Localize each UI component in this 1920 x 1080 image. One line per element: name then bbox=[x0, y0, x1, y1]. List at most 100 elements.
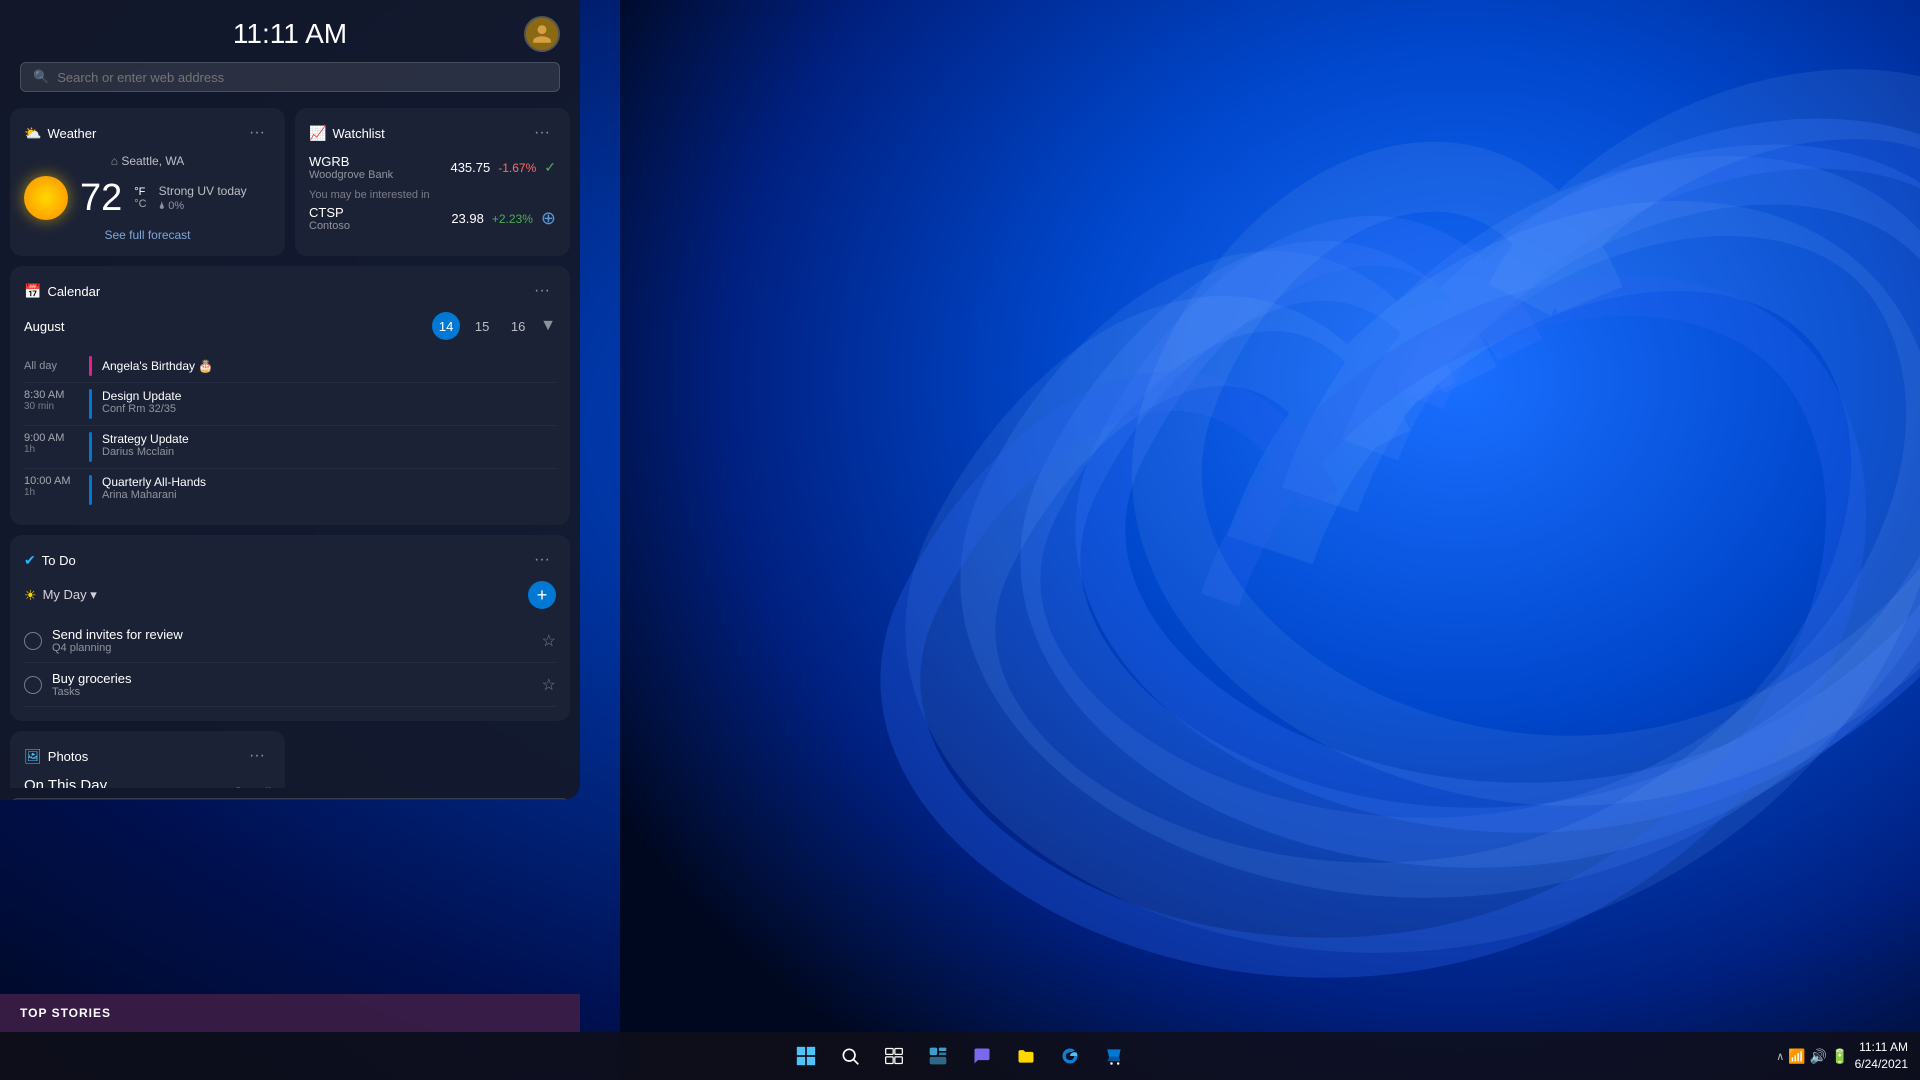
event-bar-strategy bbox=[89, 432, 92, 462]
taskbar-windows-button[interactable] bbox=[788, 1038, 824, 1074]
taskbar-search-button[interactable] bbox=[832, 1038, 868, 1074]
add-stock-button[interactable]: ⊕ bbox=[541, 208, 556, 229]
weather-main: 72 °F °C Strong UV today 🌢 0% bbox=[24, 176, 271, 220]
watchlist-widget-header: 📈 Watchlist ··· bbox=[309, 122, 556, 144]
stock-symbol-wgrb: WGRB bbox=[309, 154, 393, 169]
sun-icon bbox=[24, 176, 68, 220]
todo-star-groceries[interactable]: ☆ bbox=[542, 675, 556, 695]
calendar-event-allday[interactable]: All day Angela's Birthday 🎂 bbox=[24, 350, 556, 383]
event-sub-design-update: Conf Rm 32/35 bbox=[102, 403, 181, 415]
battery-icon[interactable]: 🔋 bbox=[1831, 1048, 1848, 1065]
calendar-day-14[interactable]: 14 bbox=[432, 312, 460, 340]
calendar-widget-title: Calendar bbox=[47, 284, 100, 299]
event-title-design-update: Design Update bbox=[102, 389, 181, 403]
widget-panel-header: 11:11 AM bbox=[0, 0, 580, 62]
todo-myday-label[interactable]: My Day ▾ bbox=[43, 587, 97, 603]
weather-unit-toggle[interactable]: °F °C bbox=[134, 186, 146, 210]
calendar-day-15[interactable]: 15 bbox=[468, 312, 496, 340]
stock-company-ctsp: Contoso bbox=[309, 220, 350, 232]
taskbar: ∧ 📶 🔊 🔋 11:11 AM 6/24/2021 bbox=[0, 1032, 1920, 1080]
photos-subheader: On This Day Dec 18 · 33 items See all bbox=[24, 777, 271, 788]
todo-myday-header: ☀ My Day ▾ + bbox=[24, 581, 556, 609]
celsius-unit[interactable]: °C bbox=[134, 198, 146, 210]
stock-symbol-ctsp: CTSP bbox=[309, 205, 350, 220]
user-avatar[interactable] bbox=[524, 16, 560, 52]
weather-widget-title: Weather bbox=[47, 126, 96, 141]
stock-company-wgrb: Woodgrove Bank bbox=[309, 169, 393, 181]
add-widgets-button[interactable]: Add widgets bbox=[10, 798, 570, 800]
calendar-day-16[interactable]: 16 bbox=[504, 312, 532, 340]
weather-forecast-link[interactable]: See full forecast bbox=[24, 228, 271, 242]
taskbar-system-tray: ∧ 📶 🔊 🔋 11:11 AM 6/24/2021 bbox=[1776, 1039, 1908, 1073]
calendar-widget: 📅 Calendar ··· August 14 15 16 ▼ All day… bbox=[10, 266, 570, 525]
event-sub-allhands: Arina Maharani bbox=[102, 489, 206, 501]
event-time-900: 9:00 AM 1h bbox=[24, 432, 79, 455]
watchlist-title-row: 📈 Watchlist bbox=[309, 125, 385, 142]
calendar-nav: August 14 15 16 ▼ bbox=[24, 312, 556, 340]
todo-star-invites[interactable]: ☆ bbox=[542, 631, 556, 651]
taskbar-widgets-button[interactable] bbox=[920, 1038, 956, 1074]
stock-change-ctsp: +2.23% bbox=[492, 212, 533, 226]
widget-time: 11:11 AM bbox=[200, 18, 380, 50]
sun-myday-icon: ☀ bbox=[24, 587, 37, 604]
watchlist-icon: 📈 bbox=[309, 125, 326, 142]
todo-checkbox-invites[interactable] bbox=[24, 632, 42, 650]
calendar-chevron-icon[interactable]: ▼ bbox=[540, 317, 556, 335]
todo-title-groceries: Buy groceries bbox=[52, 671, 532, 686]
taskbar-center bbox=[788, 1038, 1132, 1074]
stock-price-ctsp: 23.98 bbox=[451, 211, 484, 226]
tray-arrow-icon[interactable]: ∧ bbox=[1776, 1050, 1784, 1063]
photos-widget-title: Photos bbox=[48, 749, 88, 764]
top-stories-bar: TOP STORIES bbox=[0, 994, 580, 1032]
weather-title-row: ⛅ Weather bbox=[24, 125, 96, 142]
stock-item-wgrb[interactable]: WGRB Woodgrove Bank 435.75 -1.67% ✓ bbox=[309, 154, 556, 181]
top-stories-label: TOP STORIES bbox=[20, 1006, 111, 1020]
weather-more-button[interactable]: ··· bbox=[243, 122, 271, 144]
search-bar[interactable]: 🔍 bbox=[20, 62, 560, 92]
taskbar-chat-button[interactable] bbox=[964, 1038, 1000, 1074]
volume-icon[interactable]: 🔊 bbox=[1810, 1048, 1827, 1065]
todo-item-groceries[interactable]: Buy groceries Tasks ☆ bbox=[24, 663, 556, 707]
stock-item-ctsp[interactable]: CTSP Contoso 23.98 +2.23% ⊕ bbox=[309, 205, 556, 232]
system-tray-icons: ∧ 📶 🔊 🔋 bbox=[1776, 1048, 1848, 1065]
wifi-icon[interactable]: 📶 bbox=[1788, 1048, 1805, 1065]
calendar-event-design-update[interactable]: 8:30 AM 30 min Design Update Conf Rm 32/… bbox=[24, 383, 556, 426]
photos-more-button[interactable]: ··· bbox=[243, 745, 271, 767]
photos-see-all-link[interactable]: See all bbox=[234, 785, 271, 789]
search-input[interactable] bbox=[57, 70, 547, 85]
event-time-1000: 10:00 AM 1h bbox=[24, 475, 79, 498]
calendar-event-strategy-update[interactable]: 9:00 AM 1h Strategy Update Darius Mcclai… bbox=[24, 426, 556, 469]
taskbar-edge-button[interactable] bbox=[1052, 1038, 1088, 1074]
calendar-more-button[interactable]: ··· bbox=[528, 280, 556, 302]
taskbar-clock[interactable]: 11:11 AM 6/24/2021 bbox=[1855, 1039, 1908, 1073]
weather-location: ⌂ Seattle, WA bbox=[24, 154, 271, 168]
widget-grid: ⛅ Weather ··· ⌂ Seattle, WA 72 °F °C Str… bbox=[0, 108, 580, 788]
calendar-event-allhands[interactable]: 10:00 AM 1h Quarterly All-Hands Arina Ma… bbox=[24, 469, 556, 511]
allday-bar bbox=[89, 356, 92, 376]
watchlist-more-button[interactable]: ··· bbox=[528, 122, 556, 144]
weather-widget-header: ⛅ Weather ··· bbox=[24, 122, 271, 144]
calendar-icon: 📅 bbox=[24, 283, 41, 300]
photos-icon: 🖼 bbox=[24, 748, 42, 765]
taskbar-task-view-button[interactable] bbox=[876, 1038, 912, 1074]
event-details-design-update: Design Update Conf Rm 32/35 bbox=[102, 389, 181, 415]
todo-add-button[interactable]: + bbox=[528, 581, 556, 609]
todo-sub-groceries: Tasks bbox=[52, 686, 532, 698]
watchlist-widget-title: Watchlist bbox=[332, 126, 384, 141]
weather-temperature: 72 bbox=[80, 177, 122, 220]
photos-info: On This Day Dec 18 · 33 items bbox=[24, 777, 110, 788]
taskbar-store-button[interactable] bbox=[1096, 1038, 1132, 1074]
stock-change-wgrb: -1.67% bbox=[498, 161, 536, 175]
allday-label: All day bbox=[24, 360, 79, 372]
todo-checkbox-groceries[interactable] bbox=[24, 676, 42, 694]
taskbar-file-explorer-button[interactable] bbox=[1008, 1038, 1044, 1074]
event-details-allhands: Quarterly All-Hands Arina Maharani bbox=[102, 475, 206, 501]
todo-more-button[interactable]: ··· bbox=[528, 549, 556, 571]
event-sub-strategy: Darius Mcclain bbox=[102, 446, 189, 458]
stock-price-wgrb: 435.75 bbox=[450, 160, 490, 175]
weather-description: Strong UV today 🌢 0% bbox=[159, 184, 247, 213]
todo-sub-invites: Q4 planning bbox=[52, 642, 532, 654]
todo-item-invites[interactable]: Send invites for review Q4 planning ☆ bbox=[24, 619, 556, 663]
event-title-strategy: Strategy Update bbox=[102, 432, 189, 446]
fahrenheit-unit[interactable]: °F bbox=[134, 186, 146, 198]
